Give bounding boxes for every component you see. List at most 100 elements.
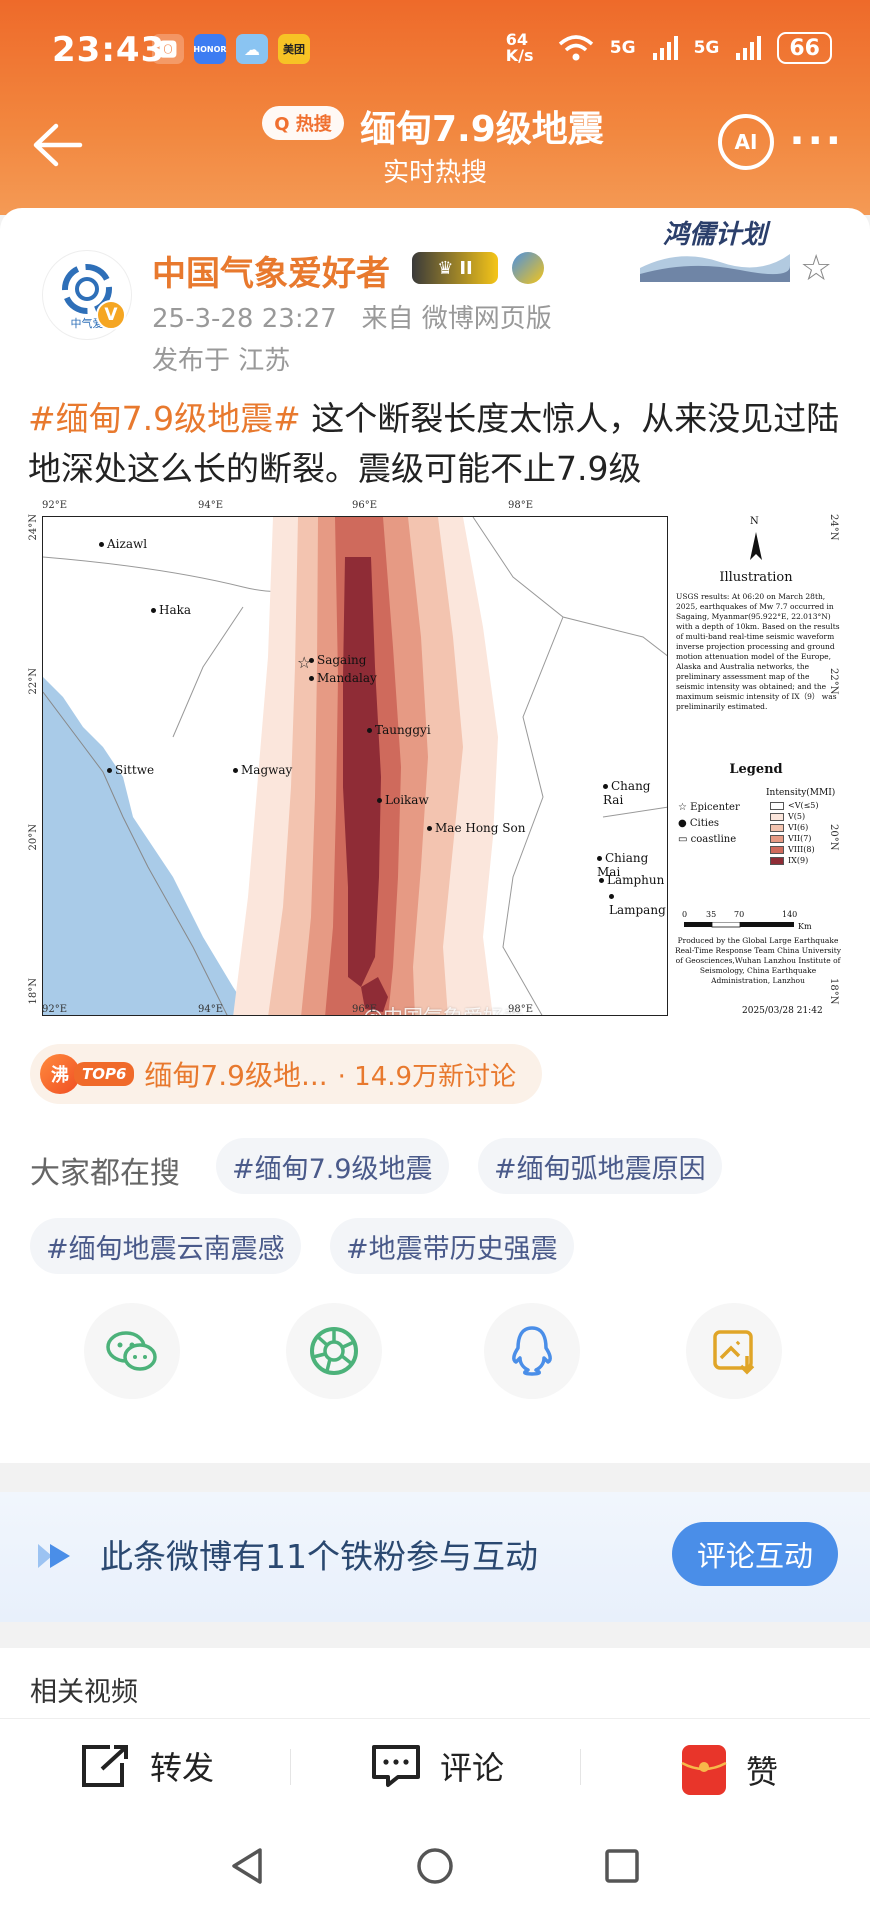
map-tick-left: 18°N [28,978,39,1005]
like-label: 赞 [746,1753,779,1791]
nav-back-icon[interactable] [228,1846,268,1886]
signal-bars-icon-2 [736,36,762,60]
status-app-icons: 🅾 HONOR ☁ 美团 [152,34,310,64]
post-image-map[interactable]: 92°E 94°E 96°E 98°E 24°N 22°N 20°N 18°N … [28,498,842,1018]
username[interactable]: 中国气象爱好者 [152,246,390,295]
map-city-label: Sagaing [309,653,366,667]
timestamp: 25-3-28 23:27 [152,304,337,334]
post-source: 来自 微博网页版 [361,304,552,334]
nav-bar: Q 热搜 缅甸7.9级地震 实时热搜 AI ··· [0,100,870,190]
legend-coastline: ▭ coastline [678,834,737,845]
legend-coastline-label: coastline [690,834,737,845]
legend-epicenter-label: Epicenter [690,802,740,813]
map-tick-top: 94°E [198,500,224,511]
intensity-level-label: VII(7) [788,834,812,843]
intensity-level-label: IX(9) [788,856,809,865]
post-timestamp: 25-3-28 23:27 来自 微博网页版 [152,298,552,335]
post-location: 发布于 江苏 [152,346,291,376]
map-tick-top: 92°E [42,500,68,511]
intensity-swatch [770,835,784,843]
action-divider [580,1749,581,1785]
favorite-star-icon[interactable]: ☆ [800,248,832,289]
like-button[interactable]: 赞 [680,1743,778,1797]
legend-title: Legend [729,762,783,777]
map-city-label: Magway [233,763,292,777]
share-qq-button[interactable] [484,1303,580,1399]
post-action-bar: 转发 评论 赞 [0,1718,870,1814]
post-card: 中气爱 V 中国气象爱好者 ♛ II 25-3-28 23:27 来自 微博网页版… [0,208,870,1463]
fans-chevron-icon [38,1544,70,1568]
scale-label: 140 [782,910,798,919]
legend-cities: ● Cities [678,818,720,829]
related-videos-label: 相关视频 [30,1677,138,1708]
illustration-text: USGS results: At 06:20 on March 28th, 20… [676,592,840,711]
status-time: 23:43 [52,30,166,70]
share-wechat-button[interactable] [84,1303,180,1399]
wechat-icon [106,1331,157,1371]
share-moments-button[interactable] [286,1303,382,1399]
save-image-button[interactable] [686,1303,782,1399]
map-tick-left: 20°N [28,824,39,851]
honor-medal-icon[interactable] [512,252,544,284]
map-tick-top: 98°E [508,500,534,511]
status-app-icon-1: 🅾 [152,34,184,64]
qq-icon [512,1326,552,1376]
fans-interaction-text: 此条微博有11个铁粉参与互动 [100,1537,538,1576]
related-search-label: 大家都在搜 [30,1156,180,1191]
map-credits: Produced by the Global Large Earthquake … [674,936,842,985]
illustration-title: Illustration [719,570,793,585]
status-app-icon-weather: ☁ [236,34,268,64]
status-app-icon-meituan: 美团 [278,34,310,64]
search-chip[interactable]: #地震带历史强震 [330,1218,574,1274]
map-city-label: Lampang [609,889,667,917]
legend-epicenter: ☆ Epicenter [678,802,740,813]
nav-home-icon[interactable] [415,1846,455,1886]
signal-bars-icon-1 [652,36,678,60]
scale-label: 0 [682,910,688,919]
comment-button[interactable]: 评论 [370,1743,504,1789]
map-tick-left: 22°N [28,668,39,695]
scale-label: 35 [706,910,717,919]
scale-bar-icon [684,922,794,928]
map-city-label: Sittwe [107,763,154,777]
hot-rank-badge: TOP6 [74,1062,135,1086]
map-city-label: Aizawl [99,537,147,551]
moments-icon [310,1327,358,1375]
search-chip[interactable]: #缅甸7.9级地震 [216,1138,449,1194]
search-chip[interactable]: #缅甸弧地震原因 [478,1138,722,1194]
hot-rank-row[interactable]: 沸 TOP6 缅甸7.9级地... · 14.9万新讨论 [30,1044,543,1104]
comment-interact-button[interactable]: 评论互动 [672,1522,838,1586]
legend-intensity-label: Intensity(MMI) [766,788,836,798]
ai-search-button[interactable]: AI [718,114,774,170]
honor-banner[interactable]: 鸿儒计划 [640,208,790,282]
search-chip[interactable]: #缅甸地震云南震感 [30,1218,301,1274]
map-city-label: Mandalay [309,671,377,685]
nav-recents-icon[interactable] [602,1846,642,1886]
intensity-swatch [770,846,784,854]
legend-cities-label: Cities [689,818,720,829]
intensity-map: ☆ Aizawl Haka Sagaing Mandalay Taunggyi … [42,516,668,1016]
battery-indicator: 66 [777,32,832,64]
hot-search-pill[interactable]: Q 热搜 [262,106,344,140]
status-app-icon-honor: HONOR [193,34,227,64]
map-tick-left: 24°N [28,514,39,541]
page-title: 缅甸7.9级地震 [360,109,604,150]
intensity-level-label: <V(≤5) [788,801,819,810]
crown-icon: ♛ [437,257,454,279]
map-tick-top: 96°E [352,500,378,511]
map-city-label: Taunggyi [367,723,431,737]
honor-banner-label: 鸿儒计划 [662,220,767,250]
map-city-label: Mae Hong Son [427,821,525,835]
intensity-level-label: VIII(8) [788,845,815,854]
hashtag-link[interactable]: #缅甸7.9级地震# [28,399,301,438]
map-legend-panel: N Illustration USGS results: At 06:20 on… [670,516,842,1016]
map-tick-bottom: 98°E [508,1004,534,1015]
post-text: #缅甸7.9级地震# 这个断裂长度太惊人，从来没见过陆地深处这么长的断裂。震级可… [28,394,848,494]
red-envelope-like-icon [681,1745,727,1795]
level-badge[interactable]: ♛ II [412,252,498,284]
status-right: 64 K/s 5G 5G 66 [506,32,832,64]
repost-button[interactable]: 转发 [80,1743,214,1789]
wifi-icon [558,35,593,61]
map-city-label: Lamphun [599,873,664,887]
more-options-button[interactable]: ··· [789,118,844,164]
